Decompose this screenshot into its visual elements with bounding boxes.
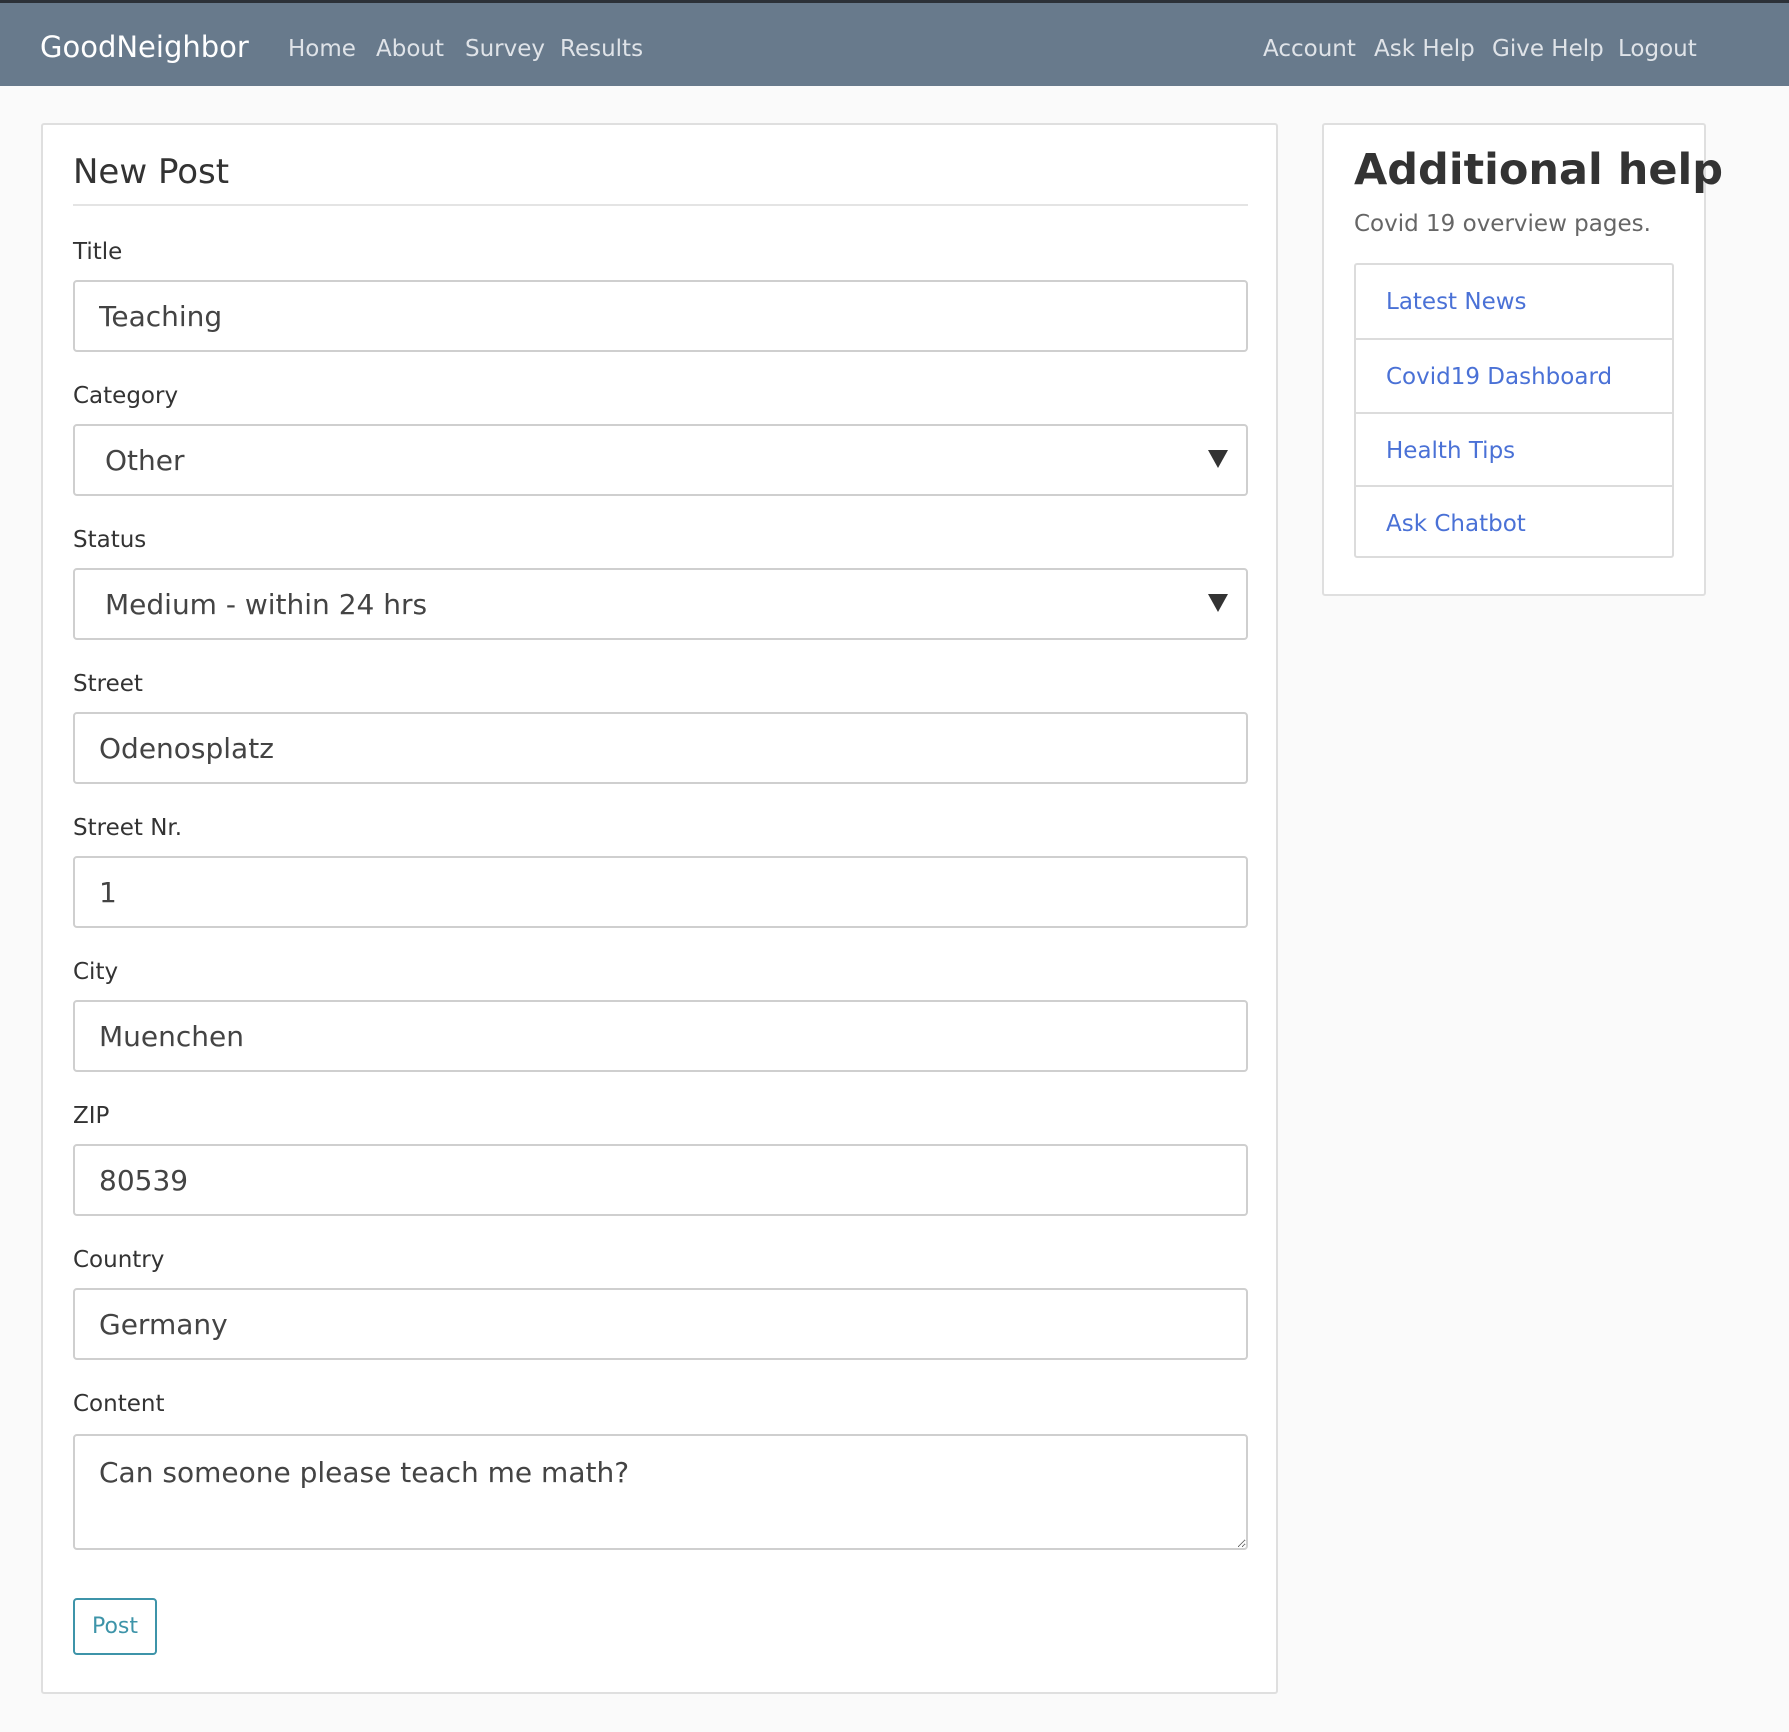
title-label: Title	[73, 239, 123, 265]
list-item: Health Tips	[1356, 412, 1672, 486]
brand-link[interactable]: GoodNeighbor	[40, 29, 249, 65]
sidebar-subtitle: Covid 19 overview pages.	[1354, 211, 1651, 237]
nav-ask-help[interactable]: Ask Help	[1374, 34, 1475, 64]
new-post-form: New Post Title Category Other Status Med…	[41, 123, 1278, 1694]
nav-home[interactable]: Home	[288, 34, 356, 64]
category-label: Category	[73, 383, 179, 409]
nav-logout[interactable]: Logout	[1618, 34, 1697, 64]
ask-chatbot-link[interactable]: Ask Chatbot	[1386, 509, 1526, 539]
list-item: Ask Chatbot	[1356, 485, 1672, 559]
city-input[interactable]	[73, 1000, 1248, 1072]
status-select[interactable]: Medium - within 24 hrs	[73, 568, 1248, 640]
nav-account[interactable]: Account	[1263, 34, 1356, 64]
list-item: Latest News	[1356, 265, 1672, 339]
sidebar-title: Additional help	[1354, 145, 1724, 195]
caret-down-icon	[1208, 594, 1228, 612]
zip-input[interactable]	[73, 1144, 1248, 1216]
country-label: Country	[73, 1247, 165, 1273]
city-label: City	[73, 959, 119, 985]
additional-help-panel: Additional help Covid 19 overview pages.…	[1322, 123, 1723, 596]
title-input[interactable]	[73, 280, 1248, 352]
content-textarea[interactable]: Can someone please teach me math?	[73, 1434, 1248, 1550]
nav-results[interactable]: Results	[560, 34, 643, 64]
nav-about[interactable]: About	[376, 34, 444, 64]
navbar: GoodNeighbor Home About Survey Results A…	[0, 0, 1789, 86]
nav-survey[interactable]: Survey	[465, 34, 545, 64]
post-button[interactable]: Post	[73, 1598, 157, 1655]
nav-give-help[interactable]: Give Help	[1492, 34, 1604, 64]
street-nr-input[interactable]	[73, 856, 1248, 928]
status-label: Status	[73, 527, 147, 553]
latest-news-link[interactable]: Latest News	[1386, 287, 1527, 317]
street-nr-label: Street Nr.	[73, 815, 183, 841]
content-label: Content	[73, 1391, 165, 1417]
street-input[interactable]	[73, 712, 1248, 784]
category-selected-value: Other	[105, 444, 185, 477]
help-links-list: Latest News Covid19 Dashboard Health Tip…	[1354, 263, 1674, 558]
caret-down-icon	[1208, 450, 1228, 468]
country-input[interactable]	[73, 1288, 1248, 1360]
form-title: New Post	[73, 150, 1248, 206]
street-label: Street	[73, 671, 143, 697]
category-select[interactable]: Other	[73, 424, 1248, 496]
list-item: Covid19 Dashboard	[1356, 338, 1672, 412]
status-selected-value: Medium - within 24 hrs	[105, 588, 428, 621]
covid19-dashboard-link[interactable]: Covid19 Dashboard	[1386, 362, 1612, 392]
health-tips-link[interactable]: Health Tips	[1386, 436, 1515, 466]
zip-label: ZIP	[73, 1103, 110, 1129]
